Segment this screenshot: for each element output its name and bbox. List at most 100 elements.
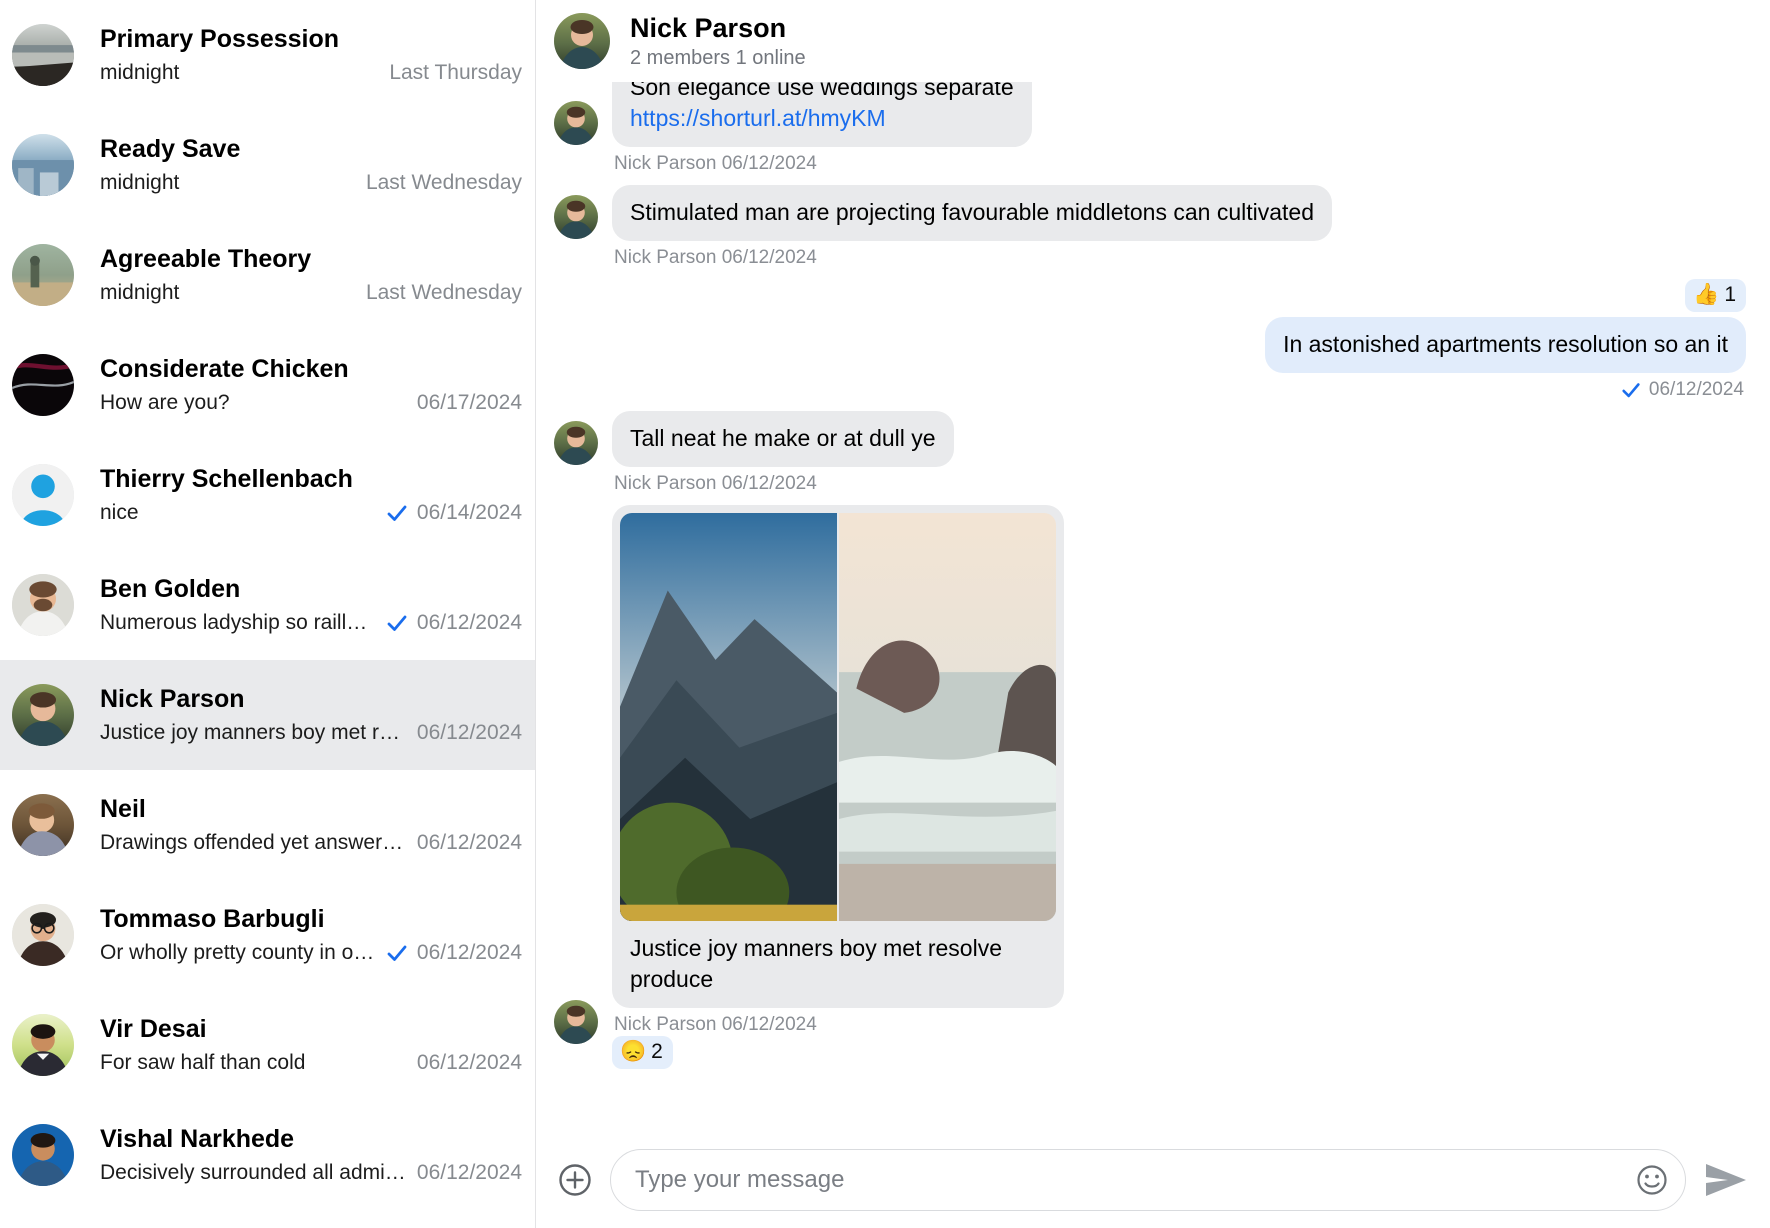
channel-name: Neil bbox=[100, 794, 522, 824]
message-reaction[interactable]: 👍 1 bbox=[1685, 279, 1746, 312]
channel-item-body: Thierry Schellenbach nice 06/14/2024 bbox=[100, 464, 522, 526]
message-input[interactable] bbox=[635, 1166, 1635, 1194]
message-avatar bbox=[554, 1000, 598, 1044]
message-bubble[interactable]: Stimulated man are projecting favourable… bbox=[612, 185, 1332, 241]
man-beard-photo bbox=[12, 574, 74, 636]
message-author-date: Nick Parson 06/12/2024 bbox=[614, 153, 817, 175]
channel-meta: 06/12/2024 bbox=[385, 611, 522, 635]
rocky-coastline-photo[interactable] bbox=[839, 513, 1056, 921]
message-reaction[interactable]: 😞 2 bbox=[612, 1036, 673, 1069]
message-column: 👍 1 In astonished apartments resolution … bbox=[1265, 279, 1746, 401]
channel-item-body: Ben Golden Numerous ladyship so raillery… bbox=[100, 574, 522, 636]
channel-item-meta-row: Drawings offended yet answered … 06/12/2… bbox=[100, 830, 522, 856]
channel-sidebar: Primary Possession midnight Last Thursda… bbox=[0, 0, 536, 1228]
message-composer bbox=[536, 1132, 1770, 1228]
channel-list-item[interactable]: Considerate Chicken How are you? 06/17/2… bbox=[0, 330, 536, 440]
channel-preview: midnight bbox=[100, 280, 358, 306]
channel-preview: For saw half than cold bbox=[100, 1050, 409, 1076]
channel-name: Primary Possession bbox=[100, 24, 522, 54]
message-meta: Nick Parson 06/12/2024 bbox=[612, 473, 954, 495]
channel-list: Primary Possession midnight Last Thursda… bbox=[0, 0, 536, 1228]
message-meta: Nick Parson 06/12/2024 bbox=[612, 1014, 1064, 1036]
channel-item-meta-row: midnight Last Thursday bbox=[100, 60, 522, 86]
attachment-images[interactable] bbox=[620, 513, 1056, 921]
aerial-city-photo bbox=[12, 134, 74, 196]
channel-meta: Last Thursday bbox=[389, 61, 522, 85]
message-meta: Nick Parson 06/12/2024 bbox=[612, 153, 1032, 175]
chat-title: Nick Parson bbox=[630, 12, 806, 44]
attachment-plus-icon[interactable] bbox=[558, 1163, 592, 1197]
channel-item-meta-row: Or wholly pretty county in opp… 06/12/20… bbox=[100, 940, 522, 966]
message-input-wrapper[interactable] bbox=[610, 1149, 1686, 1211]
channel-list-item[interactable] bbox=[0, 1210, 536, 1228]
channel-meta: 06/12/2024 bbox=[417, 831, 522, 855]
channel-date: Last Thursday bbox=[389, 61, 522, 85]
message-author-date: 06/12/2024 bbox=[1649, 379, 1744, 401]
channel-date: 06/12/2024 bbox=[417, 1161, 522, 1185]
channel-date: 06/14/2024 bbox=[417, 501, 522, 525]
chat-panel: Nick Parson 2 members 1 online Son elega… bbox=[536, 0, 1770, 1228]
channel-preview: Justice joy manners boy met res… bbox=[100, 720, 409, 746]
channel-preview: Numerous ladyship so raillery … bbox=[100, 610, 377, 636]
channel-meta: 06/14/2024 bbox=[385, 501, 522, 525]
channel-preview: midnight bbox=[100, 170, 358, 196]
channel-list-item[interactable]: Ben Golden Numerous ladyship so raillery… bbox=[0, 550, 536, 660]
message-list[interactable]: Son elegance use weddings separate https:… bbox=[536, 82, 1770, 1132]
channel-list-item[interactable]: Neil Drawings offended yet answered … 06… bbox=[0, 770, 536, 880]
message-bubble[interactable]: Son elegance use weddings separate https:… bbox=[612, 82, 1032, 147]
channel-meta: Last Wednesday bbox=[366, 171, 522, 195]
channel-date: 06/12/2024 bbox=[417, 1051, 522, 1075]
attachment-caption: Justice joy manners boy met resolve prod… bbox=[620, 921, 1056, 1008]
channel-item-body: Agreeable Theory midnight Last Wednesday bbox=[100, 244, 522, 306]
channel-name: Considerate Chicken bbox=[100, 354, 522, 384]
message-link[interactable]: https://shorturl.at/hmyKM bbox=[630, 105, 886, 131]
channel-preview: How are you? bbox=[100, 390, 409, 416]
message-avatar bbox=[554, 421, 598, 465]
channel-list-item[interactable]: Primary Possession midnight Last Thursda… bbox=[0, 0, 536, 110]
message-row: Tall neat he make or at dull ye Nick Par… bbox=[554, 411, 1746, 495]
channel-name: Vir Desai bbox=[100, 1014, 522, 1044]
message-text: Son elegance use weddings separate bbox=[630, 82, 1014, 100]
channel-list-item[interactable]: Vir Desai For saw half than cold 06/12/2… bbox=[0, 990, 536, 1100]
message-meta: 06/12/2024 bbox=[1618, 379, 1746, 401]
message-row: Justice joy manners boy met resolve prod… bbox=[554, 505, 1746, 1074]
channel-item-meta-row: Decisively surrounded all admirat… 06/12… bbox=[100, 1160, 522, 1186]
channel-date: 06/12/2024 bbox=[417, 831, 522, 855]
channel-item-body: Vir Desai For saw half than cold 06/12/2… bbox=[100, 1014, 522, 1076]
emoji-icon[interactable] bbox=[1635, 1163, 1669, 1197]
message-bubble[interactable]: Tall neat he make or at dull ye bbox=[612, 411, 954, 467]
channel-list-item[interactable]: Nick Parson Justice joy manners boy met … bbox=[0, 660, 536, 770]
channel-date: Last Wednesday bbox=[366, 281, 522, 305]
read-check-icon bbox=[385, 501, 409, 525]
send-icon[interactable] bbox=[1704, 1161, 1748, 1199]
channel-list-item[interactable]: Thierry Schellenbach nice 06/14/2024 bbox=[0, 440, 536, 550]
channel-list-item[interactable]: Ready Save midnight Last Wednesday bbox=[0, 110, 536, 220]
message-column: Stimulated man are projecting favourable… bbox=[612, 185, 1332, 269]
channel-list-item[interactable]: Agreeable Theory midnight Last Wednesday bbox=[0, 220, 536, 330]
channel-item-body: Nick Parson Justice joy manners boy met … bbox=[100, 684, 522, 746]
message-author-date: Nick Parson 06/12/2024 bbox=[614, 473, 817, 495]
channel-item-meta-row: midnight Last Wednesday bbox=[100, 280, 522, 306]
chat-header-avatar bbox=[554, 13, 610, 69]
chat-header: Nick Parson 2 members 1 online bbox=[536, 0, 1770, 82]
chat-app: Primary Possession midnight Last Thursda… bbox=[0, 0, 1770, 1228]
channel-list-item[interactable]: Vishal Narkhede Decisively surrounded al… bbox=[0, 1100, 536, 1210]
default-user-icon bbox=[12, 464, 74, 526]
mountain-valley-photo[interactable] bbox=[620, 513, 837, 921]
channel-item-meta-row: Justice joy manners boy met res… 06/12/2… bbox=[100, 720, 522, 746]
channel-item-body: Considerate Chicken How are you? 06/17/2… bbox=[100, 354, 522, 416]
man-glasses-photo bbox=[12, 904, 74, 966]
man-cap-photo bbox=[12, 794, 74, 856]
channel-item-body: Primary Possession midnight Last Thursda… bbox=[100, 24, 522, 86]
dark-abstract-photo bbox=[12, 354, 74, 416]
image-attachment-bubble[interactable]: Justice joy manners boy met resolve prod… bbox=[612, 505, 1064, 1008]
message-bubble[interactable]: In astonished apartments resolution so a… bbox=[1265, 317, 1746, 373]
man-suit-photo bbox=[12, 1014, 74, 1076]
channel-list-item[interactable]: Tommaso Barbugli Or wholly pretty county… bbox=[0, 880, 536, 990]
message-avatar bbox=[554, 195, 598, 239]
message-text: In astonished apartments resolution so a… bbox=[1283, 331, 1728, 357]
channel-item-body: Ready Save midnight Last Wednesday bbox=[100, 134, 522, 196]
channel-preview: midnight bbox=[100, 60, 381, 86]
message-meta: Nick Parson 06/12/2024 bbox=[612, 247, 1332, 269]
channel-name: Tommaso Barbugli bbox=[100, 904, 522, 934]
